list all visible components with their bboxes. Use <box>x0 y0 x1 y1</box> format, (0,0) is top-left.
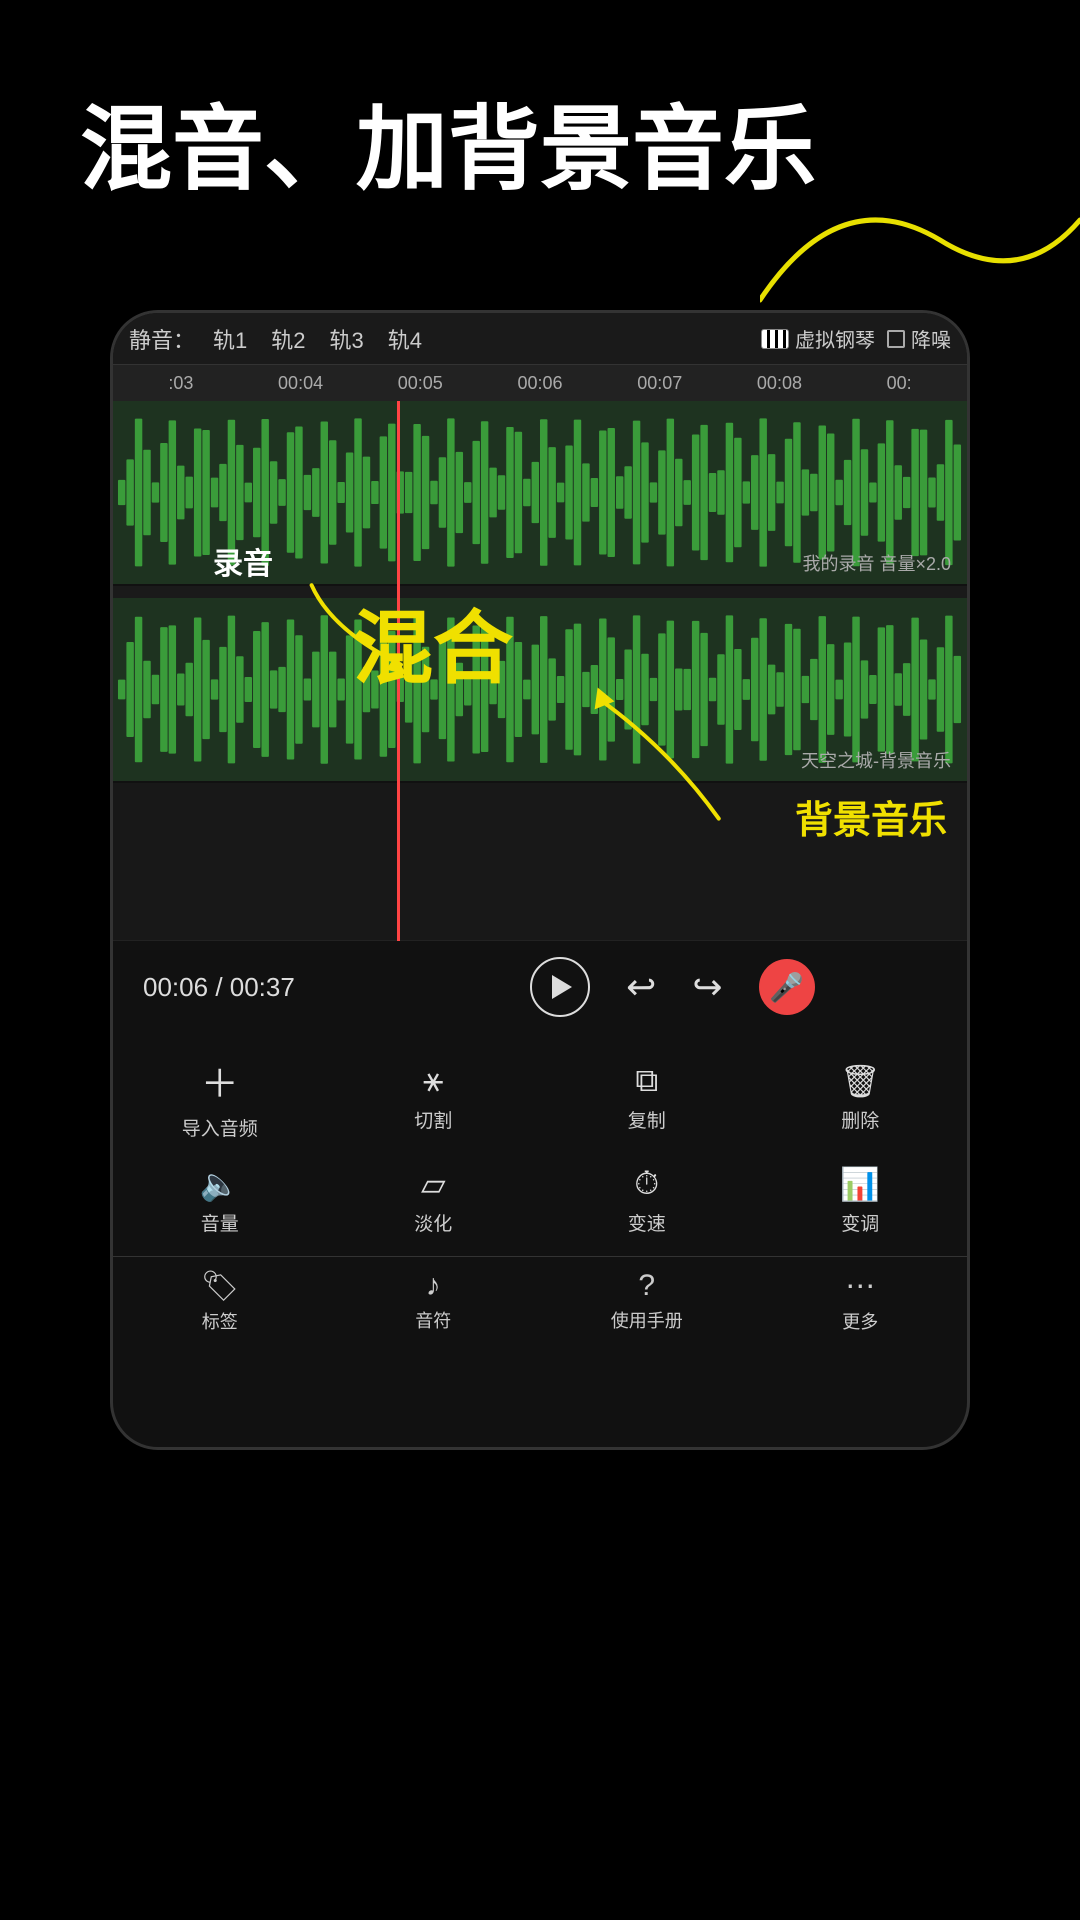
ruler-tick-1: 00:04 <box>241 373 361 394</box>
copy-btn[interactable]: ⧉ 复制 <box>540 1041 754 1153</box>
fade-btn[interactable]: ▱ 淡化 <box>327 1153 541 1248</box>
delete-label: 删除 <box>841 1106 879 1133</box>
manual-icon: ? <box>638 1269 655 1303</box>
time-separator: / <box>215 972 229 1002</box>
speed-btn[interactable]: ⏱ 变速 <box>540 1153 754 1248</box>
nav-tag[interactable]: 🏷 标签 <box>113 1257 327 1342</box>
time-display: 00:06 / 00:37 <box>143 972 408 1003</box>
nav-more[interactable]: ⋯ 更多 <box>754 1257 968 1342</box>
fade-label: 淡化 <box>414 1209 452 1236</box>
import-audio-btn[interactable]: ＋ 导入音频 <box>113 1041 327 1153</box>
track-1: 我的录音 音量×2.0 <box>113 401 967 586</box>
cut-label: 切割 <box>414 1106 452 1133</box>
undo-button[interactable]: ↩ <box>626 966 656 1008</box>
record-button[interactable]: 🎤 <box>759 959 815 1015</box>
copy-label: 复制 <box>628 1106 666 1133</box>
track-1-label: 我的录音 音量×2.0 <box>802 550 951 576</box>
transport-controls: ↩ ↪ 🎤 <box>408 957 937 1017</box>
total-time: 00:37 <box>230 972 295 1002</box>
track-1-btn[interactable]: 轨1 <box>207 321 253 357</box>
cut-icon: ⚹ <box>423 1061 443 1100</box>
hero-title: 混音、加背景音乐 <box>80 100 816 201</box>
ruler-tick-5: 00:08 <box>720 373 840 394</box>
nav-manual[interactable]: ? 使用手册 <box>540 1257 754 1342</box>
import-label: 导入音频 <box>182 1114 258 1141</box>
ruler-tick-6: 00: <box>839 373 959 394</box>
copy-icon: ⧉ <box>635 1062 658 1100</box>
import-icon: ＋ <box>201 1053 239 1108</box>
speed-label: 变速 <box>628 1209 666 1236</box>
ruler-tick-0: :03 <box>121 373 241 394</box>
play-icon <box>552 975 572 999</box>
note-icon: ♪ <box>426 1269 441 1303</box>
volume-label: 音量 <box>201 1209 239 1236</box>
cut-btn[interactable]: ⚹ 切割 <box>327 1041 541 1153</box>
track-2-btn[interactable]: 轨2 <box>265 321 311 357</box>
phone-bottom: 00:06 / 00:37 ↩ ↪ 🎤 ＋ 导入音频 <box>113 941 967 1352</box>
track-4-btn[interactable]: 轨4 <box>382 321 428 357</box>
redo-button[interactable]: ↪ <box>692 966 722 1008</box>
ruler-tick-4: 00:07 <box>600 373 720 394</box>
tag-icon: 🏷 <box>201 1269 239 1304</box>
tool-grid-row1: ＋ 导入音频 ⚹ 切割 ⧉ 复制 🗑 删除 <box>113 1041 967 1153</box>
track-3-btn[interactable]: 轨3 <box>324 321 370 357</box>
transport-bar: 00:06 / 00:37 ↩ ↪ 🎤 <box>113 957 967 1017</box>
ruler-tick-3: 00:06 <box>480 373 600 394</box>
track-section: 我的录音 音量×2.0 天空之城-背景音乐 录音 混合 背景音乐 <box>113 401 967 941</box>
bottom-nav: 🏷 标签 ♪ 音符 ? 使用手册 ⋯ 更多 <box>113 1256 967 1342</box>
phone-mockup: 静音： 轨1 轨2 轨3 轨4 虚拟钢琴 降噪 :03 00:04 00:05 … <box>110 310 970 1450</box>
virtual-piano-btn[interactable]: 虚拟钢琴 <box>761 324 875 353</box>
tag-label: 标签 <box>202 1308 238 1334</box>
speed-icon: ⏱ <box>634 1165 659 1203</box>
mic-icon: 🎤 <box>769 971 804 1004</box>
piano-label: 虚拟钢琴 <box>795 324 875 353</box>
track-2-label: 天空之城-背景音乐 <box>801 747 951 773</box>
note-label: 音符 <box>415 1307 451 1333</box>
track-2: 天空之城-背景音乐 <box>113 598 967 783</box>
timeline-ruler: :03 00:04 00:05 00:06 00:07 00:08 00: <box>113 365 967 401</box>
checkbox-icon <box>887 330 905 348</box>
denoise-btn[interactable]: 降噪 <box>887 324 951 353</box>
delete-btn[interactable]: 🗑 删除 <box>754 1041 968 1153</box>
more-label: 更多 <box>842 1308 878 1334</box>
track-empty <box>113 783 967 941</box>
play-button[interactable] <box>530 957 590 1017</box>
pitch-label: 变调 <box>841 1209 879 1236</box>
ruler-tick-2: 00:05 <box>360 373 480 394</box>
pitch-btn[interactable]: 📊 变调 <box>754 1153 968 1248</box>
piano-icon <box>761 329 789 349</box>
mute-label: 静音： <box>129 323 195 355</box>
fade-icon: ▱ <box>421 1165 446 1203</box>
manual-label: 使用手册 <box>611 1307 683 1333</box>
pitch-icon: 📊 <box>840 1165 880 1203</box>
denoise-label: 降噪 <box>911 324 951 353</box>
current-time: 00:06 <box>143 972 208 1002</box>
more-icon: ⋯ <box>845 1269 875 1304</box>
topbar: 静音： 轨1 轨2 轨3 轨4 虚拟钢琴 降噪 <box>113 313 967 365</box>
nav-note[interactable]: ♪ 音符 <box>327 1257 541 1342</box>
volume-btn[interactable]: 🔈 音量 <box>113 1153 327 1248</box>
volume-icon: 🔈 <box>200 1165 240 1203</box>
delete-icon: 🗑 <box>840 1062 881 1100</box>
tool-grid-row2: 🔈 音量 ▱ 淡化 ⏱ 变速 📊 变调 <box>113 1153 967 1248</box>
